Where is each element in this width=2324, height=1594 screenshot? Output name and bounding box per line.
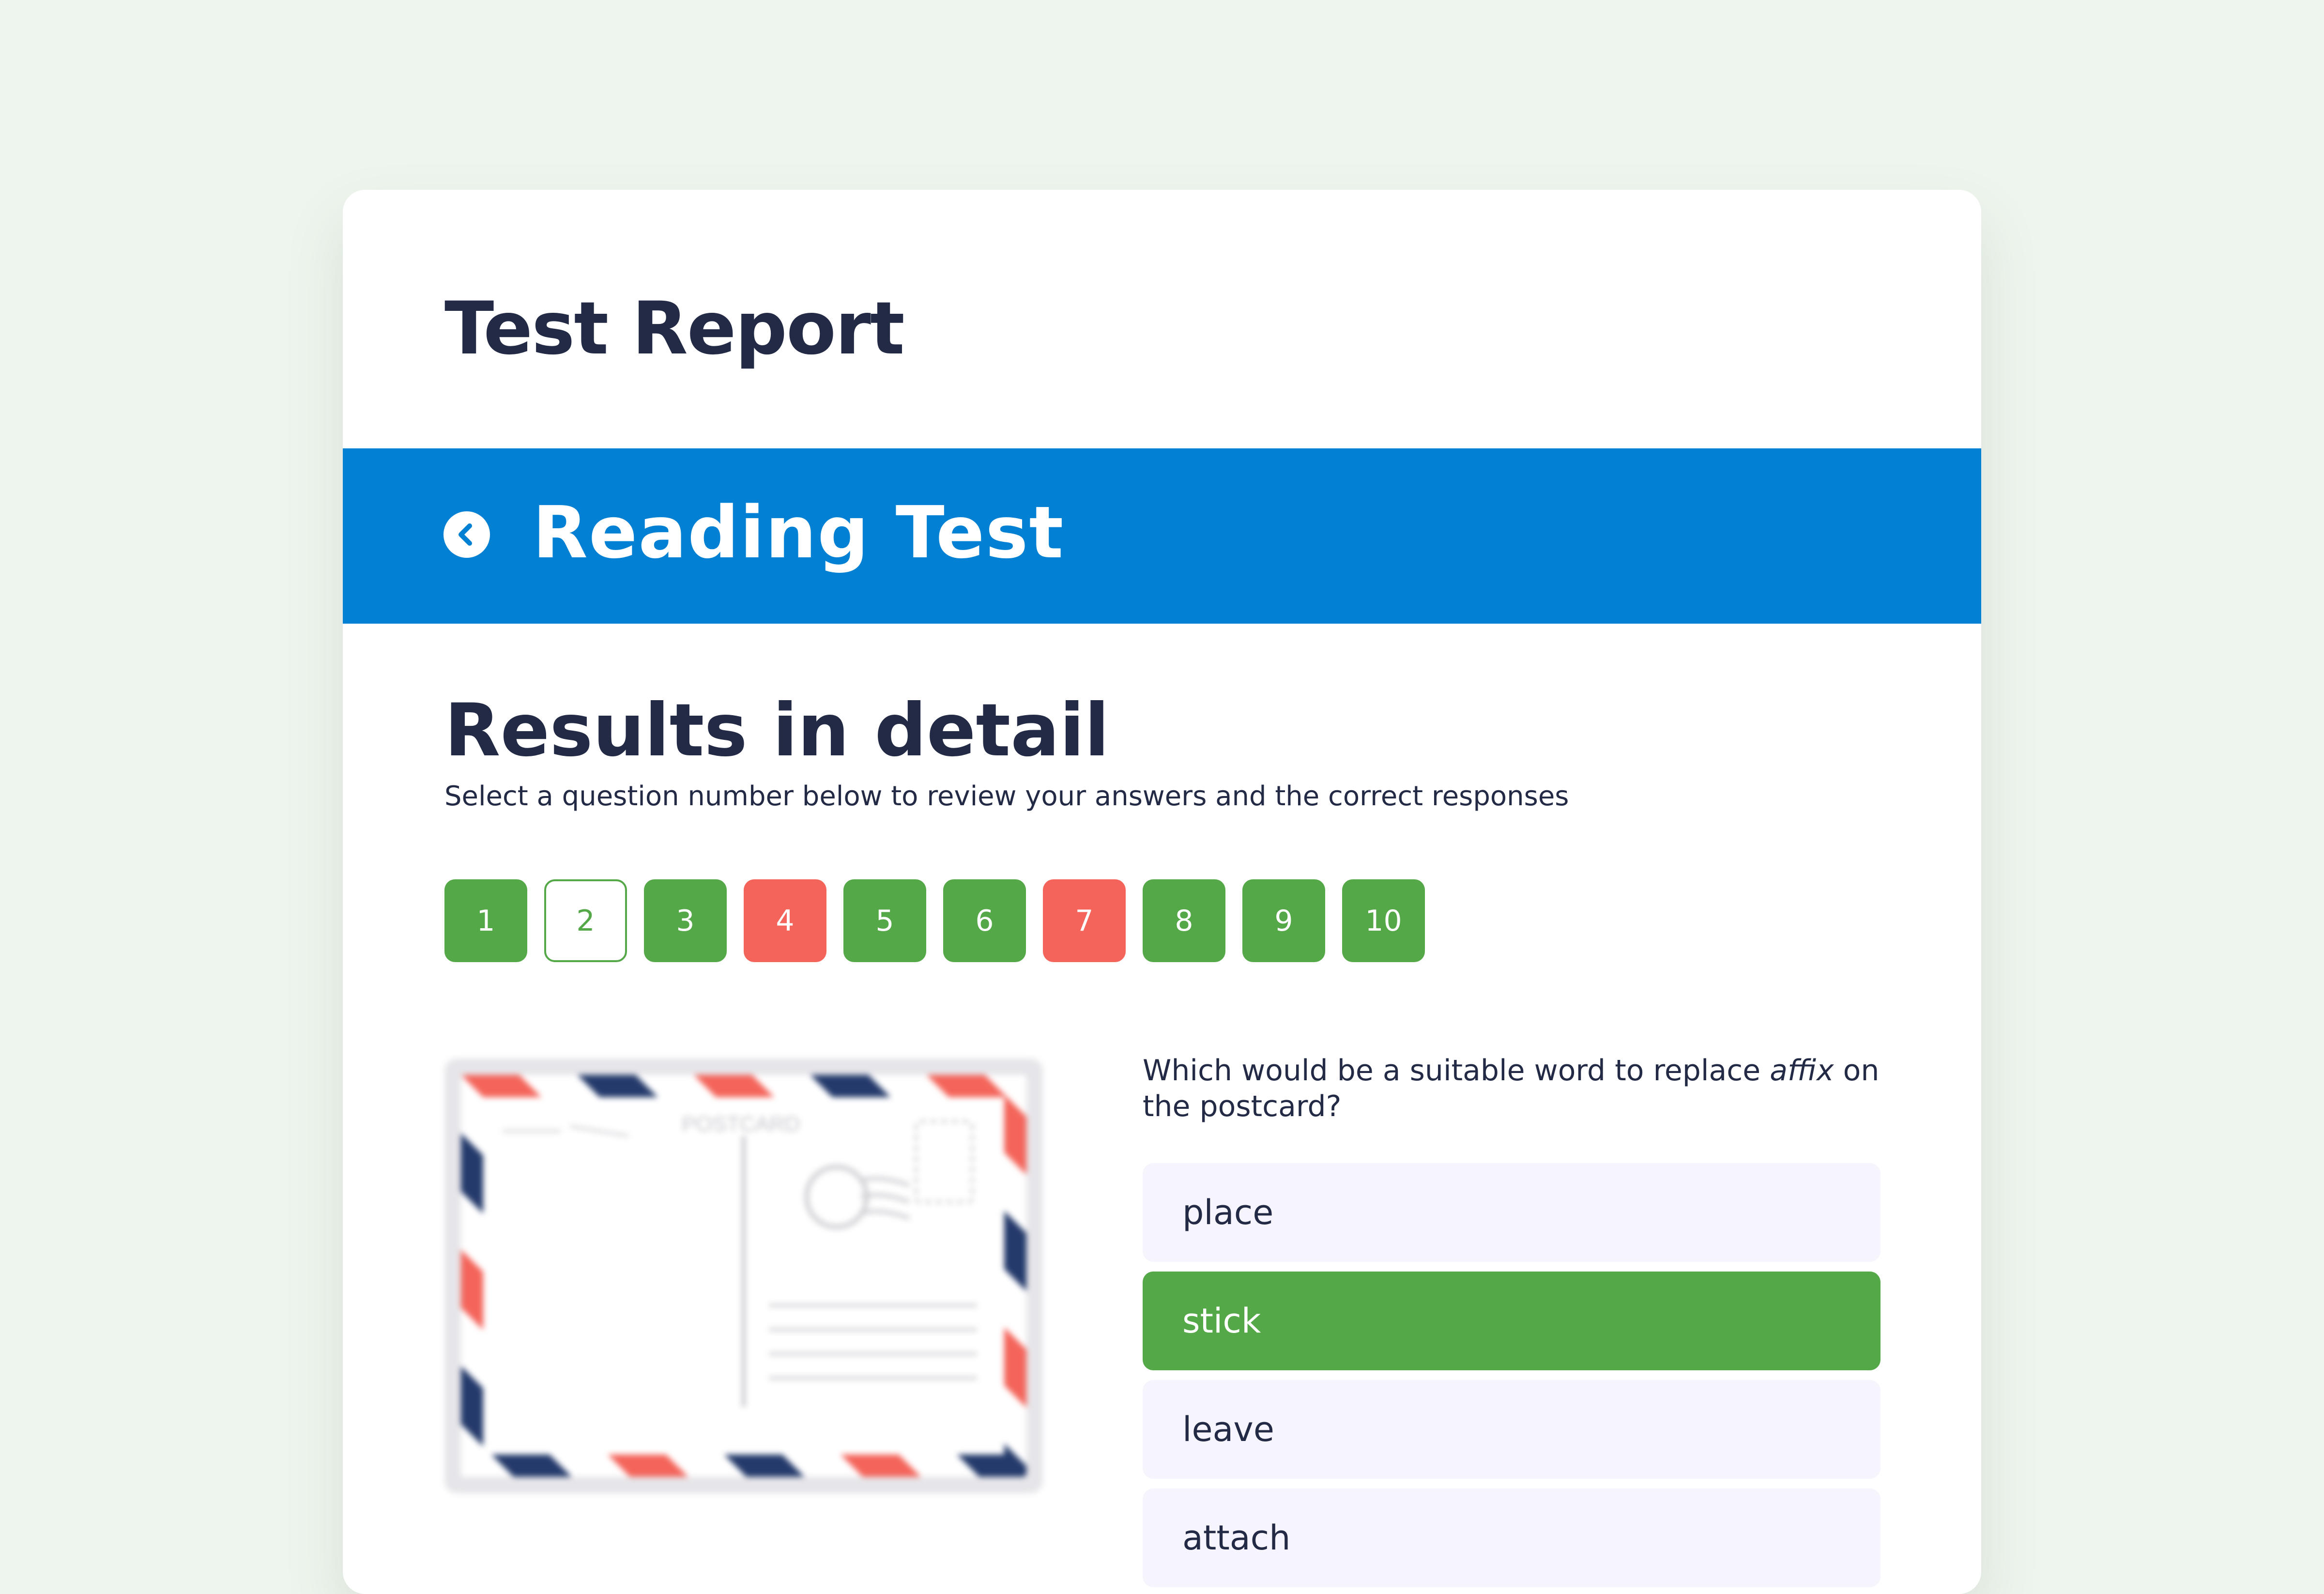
question-number-button[interactable]: 4 bbox=[744, 879, 826, 962]
answer-options: place stick leave attach bbox=[1143, 1163, 1881, 1594]
chevron-left-icon bbox=[443, 511, 490, 558]
back-button[interactable] bbox=[443, 511, 490, 558]
question-number-button[interactable]: 9 bbox=[1242, 879, 1325, 962]
question-number-button[interactable]: 8 bbox=[1143, 879, 1225, 962]
answer-option-selected[interactable]: stick bbox=[1143, 1272, 1881, 1370]
results-title: Results in detail bbox=[444, 689, 1110, 773]
question-number-button[interactable]: 7 bbox=[1043, 879, 1126, 962]
postcard-label: POSTCARD bbox=[682, 1112, 800, 1136]
question-number-button[interactable]: 3 bbox=[644, 879, 727, 962]
question-number-list: 1 2 3 4 5 6 7 8 9 10 bbox=[444, 879, 1425, 962]
question-number-button[interactable]: 1 bbox=[444, 879, 527, 962]
answer-option[interactable]: attach bbox=[1143, 1488, 1881, 1587]
answer-option[interactable]: place bbox=[1143, 1163, 1881, 1262]
question-number-button[interactable]: 2 bbox=[544, 879, 627, 962]
question-target-word: affix bbox=[1770, 1054, 1834, 1088]
test-banner: Reading Test bbox=[343, 448, 1981, 624]
results-subtitle: Select a question number below to review… bbox=[444, 781, 1569, 812]
question-number-button[interactable]: 10 bbox=[1342, 879, 1425, 962]
question-number-button[interactable]: 5 bbox=[843, 879, 926, 962]
test-title: Reading Test bbox=[533, 491, 1065, 574]
test-report-card: Test Report Reading Test Results in deta… bbox=[343, 190, 1981, 1594]
question-number-button[interactable]: 6 bbox=[943, 879, 1026, 962]
report-title: Test Report bbox=[444, 287, 905, 371]
answer-option[interactable]: leave bbox=[1143, 1380, 1881, 1479]
question-text-start: Which would be a suitable word to replac… bbox=[1143, 1054, 1770, 1088]
question-text: Which would be a suitable word to replac… bbox=[1143, 1053, 1898, 1124]
postcard-image: POSTCARD bbox=[444, 1058, 1043, 1493]
